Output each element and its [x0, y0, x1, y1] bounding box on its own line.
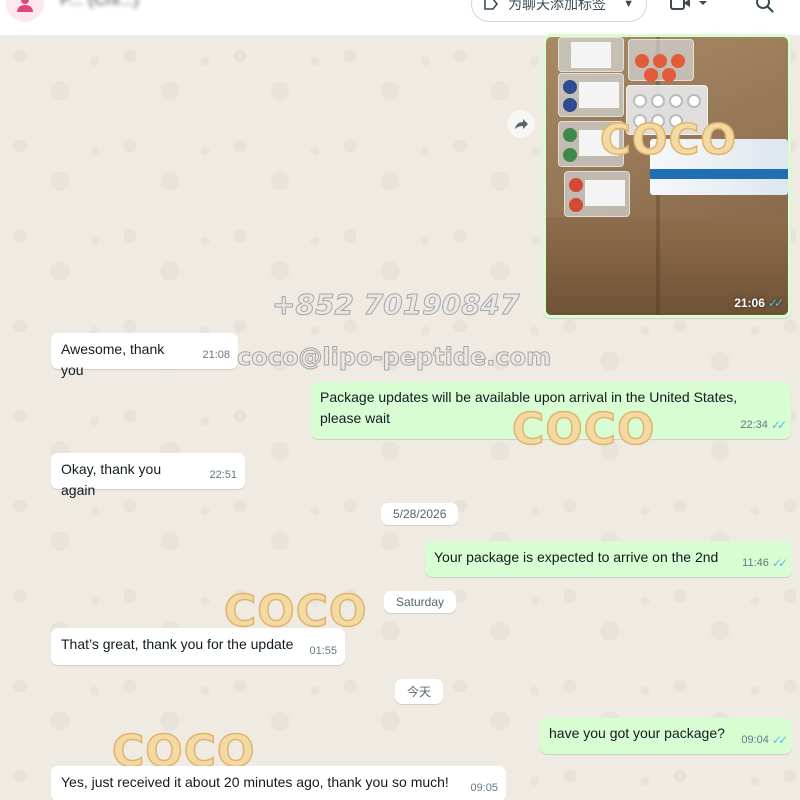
incoming-message[interactable]: That’s great, thank you for the update 0…: [51, 628, 345, 665]
message-text: have you got your package?: [549, 725, 725, 741]
message-text: Your package is expected to arrive on th…: [434, 549, 719, 565]
date-divider: Saturday: [384, 591, 457, 613]
tag-icon: [484, 0, 499, 10]
product-photo[interactable]: COCO 21:06 ✓✓: [546, 37, 788, 315]
outgoing-message[interactable]: Your package is expected to arrive on th…: [425, 541, 792, 577]
message-time: 21:08: [202, 349, 230, 361]
incoming-message[interactable]: Yes, just received it about 20 minutes a…: [51, 766, 506, 800]
incoming-message[interactable]: Okay, thank you again 22:51: [51, 453, 245, 498]
product-box: [650, 139, 788, 195]
vial-box: [628, 39, 694, 82]
image-message[interactable]: COCO 21:06 ✓✓: [543, 34, 791, 318]
incoming-message[interactable]: Awesome, thank you 21:08: [51, 333, 238, 378]
contact-name[interactable]: P... (Chi...): [60, 0, 139, 10]
message-time: 11:46: [742, 557, 769, 569]
message-time: 22:51: [209, 469, 237, 481]
vial-box: [558, 73, 624, 117]
message-text: That’s great, thank you for the update: [61, 636, 294, 652]
read-ticks-icon: ✓✓: [771, 733, 788, 747]
video-call-icon: [670, 0, 690, 10]
video-dropdown-chevron-icon: [699, 1, 707, 5]
chat-header: P... (Chi...) 为聊天添加标签 ▼: [0, 0, 800, 36]
outgoing-message[interactable]: have you got your package? 09:04 ✓✓: [540, 718, 792, 754]
read-ticks-icon: ✓✓: [770, 418, 787, 432]
image-message-meta: 21:06 ✓✓: [734, 296, 784, 310]
message-meta: 22:34 ✓✓: [740, 415, 787, 436]
message-time: 09:04: [741, 734, 769, 746]
add-chat-label-button[interactable]: 为聊天添加标签 ▼: [471, 0, 647, 22]
search-button[interactable]: [755, 0, 775, 14]
vial-box: [558, 37, 624, 72]
outgoing-message[interactable]: Package updates will be available upon a…: [311, 382, 791, 439]
message-text: Yes, just received it about 20 minutes a…: [61, 774, 449, 790]
read-ticks-icon: ✓✓: [767, 296, 784, 310]
add-chat-label-text: 为聊天添加标签: [508, 0, 606, 12]
image-message-time: 21:06: [734, 296, 765, 310]
date-divider: 5/28/2026: [381, 503, 459, 525]
forward-button[interactable]: [507, 110, 535, 138]
forward-icon: [515, 119, 528, 129]
message-meta: 11:46 ✓✓: [742, 553, 788, 574]
vial-box: [558, 121, 624, 167]
video-call-button[interactable]: [670, 0, 708, 12]
message-text: Package updates will be available upon a…: [320, 389, 738, 426]
message-time: 09:05: [470, 782, 498, 794]
vial-box: [626, 85, 708, 135]
search-icon: [756, 0, 774, 13]
message-time: 01:55: [309, 645, 337, 657]
message-time: 22:34: [740, 419, 768, 431]
avatar-icon: [17, 0, 33, 12]
read-ticks-icon: ✓✓: [771, 556, 788, 570]
chevron-down-icon: ▼: [623, 0, 634, 10]
message-text: Awesome, thank you: [61, 341, 165, 378]
contact-avatar[interactable]: [6, 0, 44, 22]
vial-box: [564, 171, 630, 217]
message-text: Okay, thank you again: [61, 461, 162, 498]
date-divider: 今天: [395, 679, 444, 704]
message-meta: 09:04 ✓✓: [741, 730, 788, 751]
